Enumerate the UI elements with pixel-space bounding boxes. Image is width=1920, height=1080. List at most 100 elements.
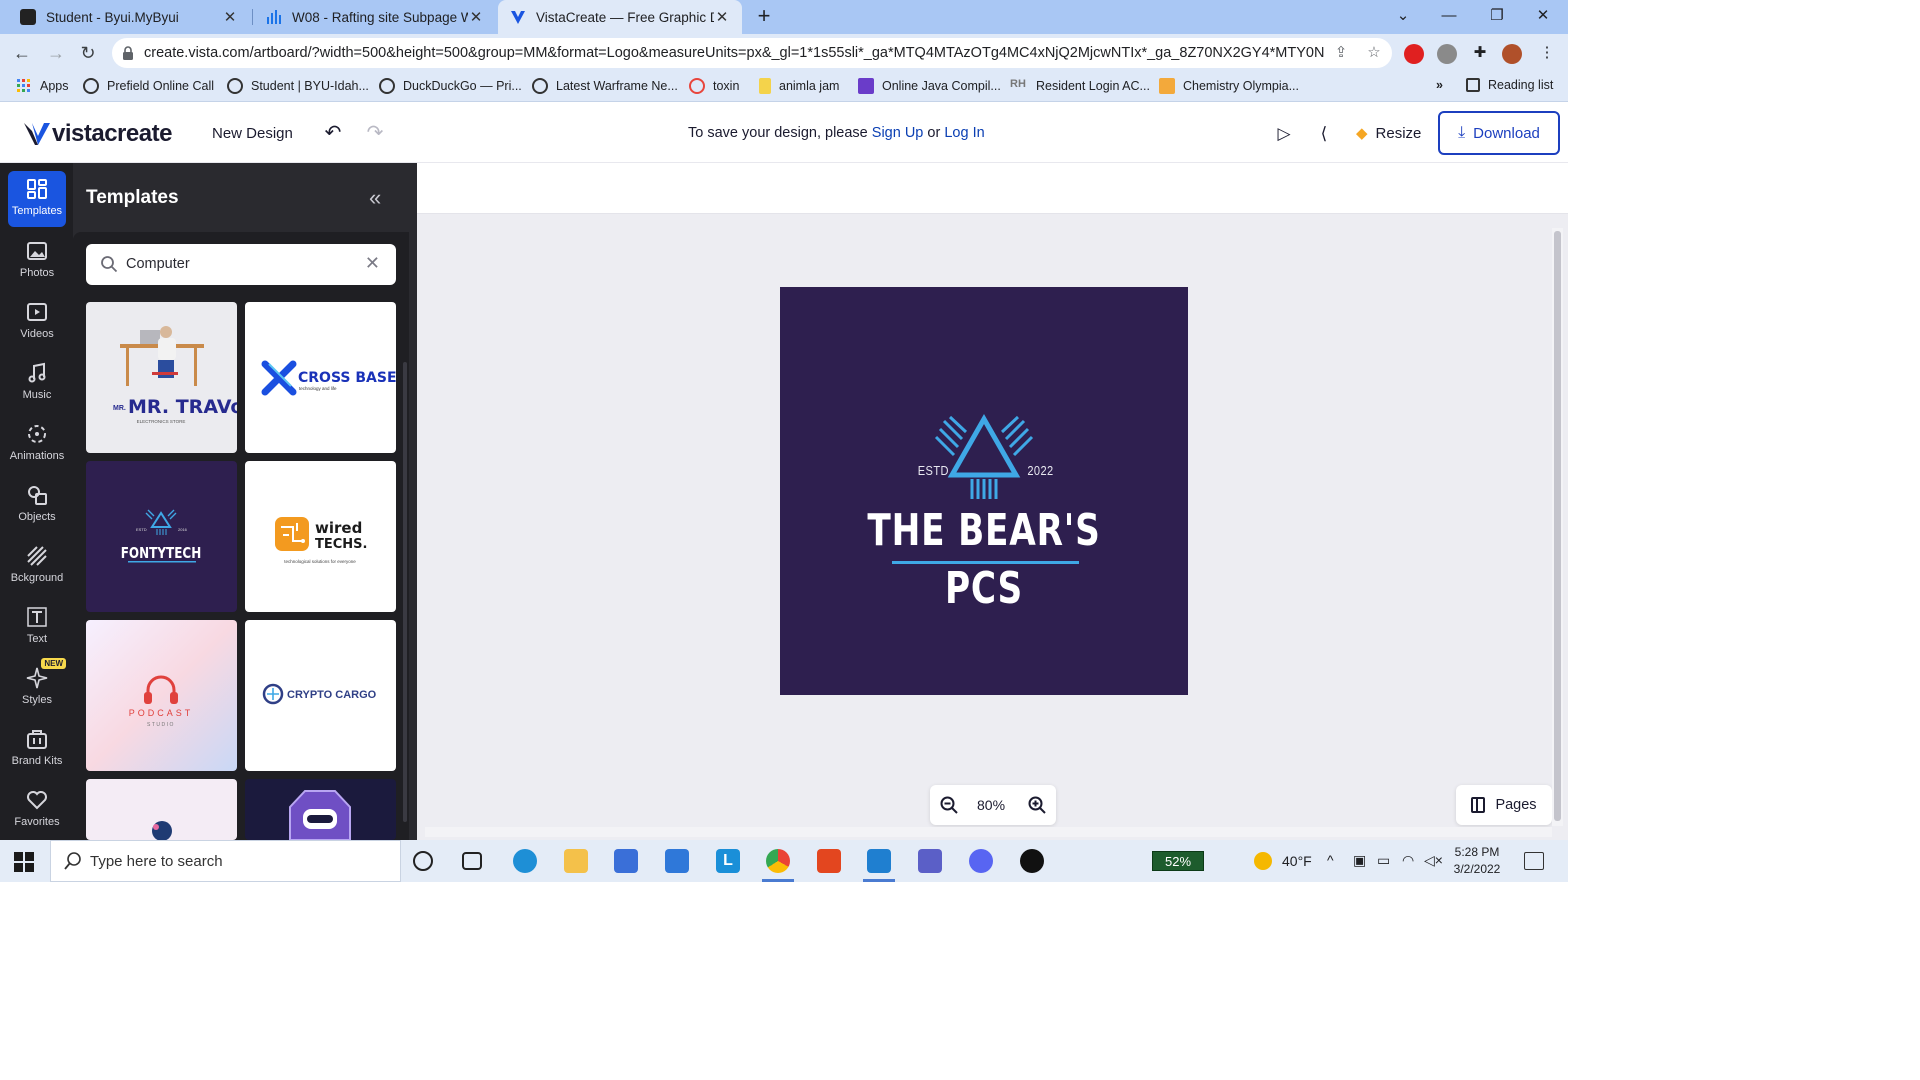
rail-brand-kits[interactable]: Brand Kits: [8, 721, 66, 777]
new-design-title[interactable]: New Design: [212, 125, 293, 142]
rail-templates[interactable]: Templates: [8, 171, 66, 227]
close-tab-icon[interactable]: ✕: [222, 8, 238, 26]
bookmark-resident-login[interactable]: RH Resident Login AC...: [1010, 78, 1150, 94]
discord-icon[interactable]: [969, 849, 993, 873]
template-tile-cross-base[interactable]: CROSS BASE technology and life: [245, 302, 396, 453]
bookmarks-overflow-button[interactable]: »: [1436, 78, 1443, 92]
bookmark-animla-jam[interactable]: animla jam: [759, 78, 839, 94]
pages-button[interactable]: Pages: [1456, 785, 1552, 825]
browser-menu-icon[interactable]: ⋮: [1538, 44, 1556, 62]
close-window-button[interactable]: ✕: [1520, 0, 1566, 34]
address-bar[interactable]: create.vista.com/artboard/?width=500&hei…: [112, 38, 1392, 68]
browser-tab-w08[interactable]: W08 - Rafting site Subpage Wire ✕: [254, 0, 496, 34]
browser-tab-vistacreate[interactable]: VistaCreate — Free Graphic Desi ✕: [498, 0, 742, 34]
back-button[interactable]: ←: [8, 40, 36, 66]
estd-label[interactable]: ESTD: [918, 463, 949, 478]
template-tile-partial[interactable]: [245, 779, 396, 840]
undo-icon[interactable]: ↶: [321, 121, 345, 145]
rail-objects[interactable]: Objects: [8, 477, 66, 533]
rail-photos[interactable]: Photos: [8, 233, 66, 289]
edge-icon[interactable]: [513, 849, 537, 873]
teams-icon[interactable]: [918, 849, 942, 873]
bookmark-star-icon[interactable]: ☆: [1365, 44, 1383, 62]
notifications-icon[interactable]: [1524, 852, 1544, 870]
battery-icon[interactable]: ▭: [1377, 852, 1390, 869]
volume-muted-icon[interactable]: ◁×: [1424, 852, 1443, 869]
extensions-puzzle-icon[interactable]: ✚: [1471, 44, 1489, 62]
weather-temp[interactable]: 40°F: [1282, 853, 1312, 869]
show-hidden-icons-icon[interactable]: ^: [1327, 852, 1334, 868]
zoom-in-icon[interactable]: [1027, 795, 1047, 815]
download-button[interactable]: ⤓ Download: [1438, 111, 1560, 155]
template-search-input[interactable]: Computer ✕: [86, 244, 396, 285]
canvas-vertical-scrollbar[interactable]: [1552, 228, 1563, 826]
panel-scrollbar[interactable]: [403, 362, 407, 822]
share-icon[interactable]: ⟨: [1313, 123, 1335, 145]
artboard[interactable]: ESTD 2022 THE BEAR'S PCS: [780, 287, 1188, 695]
chrome-icon[interactable]: [766, 849, 790, 873]
template-tile-crypto-cargo[interactable]: CRYPTO CARGO: [245, 620, 396, 771]
template-tile-partial[interactable]: [86, 779, 237, 840]
vistacreate-logo[interactable]: vistacreate: [24, 120, 172, 148]
bookmark-byui[interactable]: Student | BYU-Idah...: [227, 78, 369, 94]
vscode-icon[interactable]: [867, 849, 891, 873]
sign-up-link[interactable]: Sign Up: [872, 125, 924, 141]
zoom-out-icon[interactable]: [939, 795, 959, 815]
profile-avatar[interactable]: [1502, 44, 1522, 64]
canvas-horizontal-scrollbar[interactable]: [425, 827, 1552, 837]
unreal-engine-icon[interactable]: [1020, 849, 1044, 873]
resize-button[interactable]: ◆ Resize: [1356, 124, 1421, 143]
meet-now-icon[interactable]: ▣: [1353, 852, 1366, 869]
bookmark-duckduckgo[interactable]: DuckDuckGo — Pri...: [379, 78, 522, 94]
l-app-icon[interactable]: L: [716, 849, 740, 873]
store-icon[interactable]: [614, 849, 638, 873]
reload-button[interactable]: ↻: [74, 40, 102, 66]
new-tab-button[interactable]: +: [752, 4, 776, 30]
task-view-icon[interactable]: [462, 852, 482, 870]
wifi-icon[interactable]: ◠: [1402, 852, 1414, 869]
rail-favorites[interactable]: Favorites: [8, 782, 66, 838]
redo-icon[interactable]: ↷: [363, 121, 387, 145]
windows-start-icon[interactable]: [14, 852, 34, 872]
rail-music[interactable]: Music: [8, 355, 66, 411]
close-tab-icon[interactable]: ✕: [714, 8, 730, 26]
bookmark-java-compiler[interactable]: Online Java Compil...: [858, 78, 1001, 94]
log-in-link[interactable]: Log In: [944, 125, 984, 141]
brand-name-line2[interactable]: PCS: [825, 563, 1143, 614]
cortana-icon[interactable]: [413, 851, 433, 871]
year-label[interactable]: 2022: [1027, 463, 1053, 478]
template-tile-mr-travor[interactable]: MR. MR. TRAVoR ELECTRONICS STORE: [86, 302, 237, 453]
zoom-level[interactable]: 80%: [977, 797, 1005, 813]
bookmark-toxin[interactable]: toxin: [689, 78, 739, 94]
rail-videos[interactable]: Videos: [8, 294, 66, 350]
rail-text[interactable]: Text: [8, 599, 66, 655]
browser-tab-byui[interactable]: Student - Byui.MyByui ✕: [8, 0, 250, 34]
preview-icon[interactable]: ▷: [1273, 123, 1295, 145]
share-icon[interactable]: ⇪: [1332, 44, 1350, 62]
collapse-panel-icon[interactable]: «: [369, 185, 381, 211]
template-tile-podcast[interactable]: PODCAST STUDIO: [86, 620, 237, 771]
taskbar-search-input[interactable]: Type here to search: [50, 840, 401, 882]
scrollbar-thumb[interactable]: [1554, 231, 1561, 821]
tab-search-icon[interactable]: ⌄: [1380, 0, 1426, 34]
restore-button[interactable]: ❐: [1474, 0, 1520, 34]
bookmark-prefield[interactable]: Prefield Online Call: [83, 78, 214, 94]
opera-extension-icon[interactable]: [1404, 44, 1424, 64]
battery-indicator[interactable]: 52%: [1152, 851, 1204, 871]
brand-name-line1[interactable]: THE BEAR'S: [825, 505, 1143, 556]
rail-animations[interactable]: Animations: [8, 416, 66, 472]
mail-icon[interactable]: [665, 849, 689, 873]
forward-button[interactable]: →: [42, 40, 70, 66]
minimize-button[interactable]: —: [1426, 0, 1472, 34]
gear-extension-icon[interactable]: [1437, 44, 1457, 64]
reading-list-button[interactable]: Reading list: [1466, 78, 1553, 92]
bookmark-warframe[interactable]: Latest Warframe Ne...: [532, 78, 678, 94]
system-clock[interactable]: 5:28 PM 3/2/2022: [1446, 844, 1508, 878]
office-icon[interactable]: [817, 849, 841, 873]
file-explorer-icon[interactable]: [564, 849, 588, 873]
rail-styles[interactable]: NEW Styles: [8, 658, 66, 716]
bookmark-chemistry[interactable]: Chemistry Olympia...: [1159, 78, 1299, 94]
template-tile-fontytech[interactable]: ESTD 2016 FONTYTECH: [86, 461, 237, 612]
clear-search-icon[interactable]: ✕: [365, 253, 380, 274]
template-tile-wired-techs[interactable]: wired TECHS. technological solutions for…: [245, 461, 396, 612]
